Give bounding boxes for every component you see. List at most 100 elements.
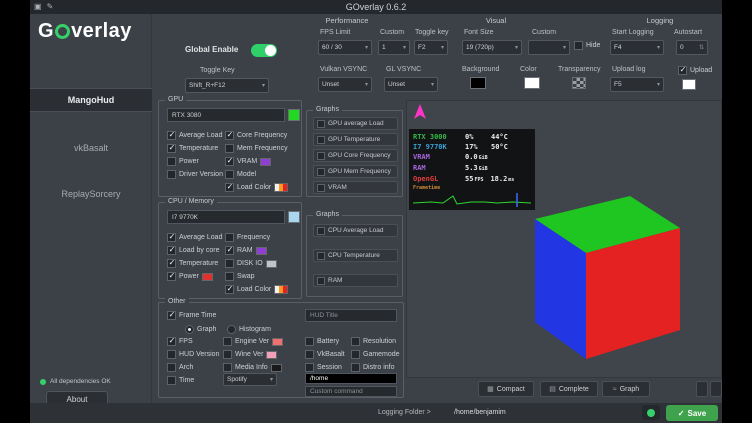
- checkbox-box: [305, 350, 314, 359]
- checkbox-cpu-disk-io[interactable]: DISK IO: [225, 259, 277, 268]
- media-info-color-swatch[interactable]: [271, 364, 282, 372]
- checkbox-gpu-average-load[interactable]: Average Load: [167, 131, 222, 140]
- checkbox-resolution[interactable]: Resolution: [351, 337, 396, 346]
- autostart-stepper[interactable]: 0: [676, 40, 708, 55]
- transparency-icon[interactable]: [572, 77, 586, 89]
- vram-color-swatch[interactable]: [260, 158, 271, 166]
- hud-cpu-load: 17%: [465, 142, 491, 152]
- checkbox-box: [167, 350, 176, 359]
- cpu-name-input[interactable]: I7 9770K: [167, 210, 285, 224]
- complete-button[interactable]: ▤Complete: [540, 381, 598, 397]
- checkbox-label: Frame Time: [179, 312, 216, 319]
- checkbox-cpu-frequency[interactable]: Frequency: [225, 233, 270, 242]
- global-enable-toggle[interactable]: [251, 44, 277, 57]
- vulkan-vsync-select[interactable]: Unset: [318, 77, 372, 92]
- checkbox-gpu-power[interactable]: Power: [167, 157, 199, 166]
- engine-ver-color-swatch[interactable]: [272, 338, 283, 346]
- checkbox-engine-ver[interactable]: Engine Ver: [223, 337, 283, 346]
- window-title: GOverlay 0.6.2: [30, 2, 722, 12]
- checkbox-label: RAM: [328, 277, 342, 284]
- checkbox-gpu-driver-version[interactable]: Driver Version: [167, 170, 223, 179]
- checkbox-time[interactable]: Time: [167, 376, 194, 385]
- start-logging-select[interactable]: F4: [610, 40, 664, 55]
- checkbox-hud-version[interactable]: HUD Version: [167, 350, 219, 359]
- text-color-swatch[interactable]: [524, 77, 540, 89]
- fps-custom-select[interactable]: 1: [378, 40, 410, 55]
- checkbox-graph-gpu-mem-frequency[interactable]: GPU Mem Frequency: [313, 165, 398, 178]
- checkbox-cpu-power[interactable]: Power: [167, 272, 213, 281]
- upload-color-swatch[interactable]: [682, 79, 696, 90]
- gl-vsync-select[interactable]: Unset: [384, 77, 438, 92]
- checkbox-graph-ram[interactable]: RAM: [313, 274, 398, 287]
- checkbox-label: Core Frequency: [237, 132, 287, 139]
- checkbox-gpu-mem-frequency[interactable]: Mem Frequency: [225, 144, 288, 153]
- checkbox-cpu-swap[interactable]: Swap: [225, 272, 255, 281]
- wine-ver-color-swatch[interactable]: [266, 351, 277, 359]
- checkbox-graph-cpu-temperature[interactable]: CPU Temperature: [313, 249, 398, 262]
- checkbox-wine-ver[interactable]: Wine Ver: [223, 350, 277, 359]
- checkbox-fps[interactable]: FPS: [167, 337, 193, 346]
- hide-checkbox[interactable]: Hide: [574, 41, 600, 50]
- checkbox-gpu-temperature[interactable]: Temperature: [167, 144, 218, 153]
- gpu-name-input[interactable]: RTX 3080: [167, 108, 285, 122]
- cpu-power-color-swatch[interactable]: [202, 273, 213, 281]
- upload-checkbox[interactable]: Upload: [678, 66, 712, 75]
- ram-color-swatch[interactable]: [256, 247, 267, 255]
- hud-title-input[interactable]: HUD Title: [305, 309, 397, 322]
- performance-section-title: Performance: [290, 16, 404, 25]
- preview-tool-button-2[interactable]: [710, 381, 722, 397]
- checkbox-cpu-average-load[interactable]: Average Load: [167, 233, 222, 242]
- font-size-select[interactable]: 19 (720p): [462, 40, 522, 55]
- checkbox-session[interactable]: Session: [305, 363, 342, 372]
- checkbox-box: [317, 136, 325, 144]
- logging-folder-link[interactable]: Logging Folder >: [378, 409, 431, 416]
- checkbox-cpu-load-color[interactable]: Load Color: [225, 285, 288, 294]
- checkbox-graph-cpu-average-load[interactable]: CPU Average Load: [313, 224, 398, 237]
- cursor-arrow-icon: [411, 103, 429, 121]
- home-path-field[interactable]: /home: [305, 373, 397, 384]
- font-custom-select[interactable]: [528, 40, 570, 55]
- checkbox-gpu-load-color[interactable]: Load Color: [225, 183, 288, 192]
- checkbox-graph-vram[interactable]: VRAM: [313, 181, 398, 194]
- checkbox-gpu-core-frequency[interactable]: Core Frequency: [225, 131, 287, 140]
- status-icon-button[interactable]: [642, 405, 660, 420]
- sidebar-item-vkbasalt[interactable]: vkBasalt: [30, 136, 152, 160]
- checkbox-frame-time[interactable]: Frame Time: [167, 311, 216, 320]
- checkbox-cpu-ram[interactable]: RAM: [225, 246, 267, 255]
- checkbox-gamemode[interactable]: Gamemode: [351, 350, 400, 359]
- radio-graph[interactable]: Graph: [185, 325, 216, 334]
- checkbox-graph-gpu-average-load[interactable]: GPU average Load: [313, 117, 398, 130]
- upload-log-select[interactable]: F5: [610, 77, 664, 92]
- checkbox-arch[interactable]: Arch: [167, 363, 193, 372]
- checkbox-distro-info[interactable]: Distro info: [351, 363, 395, 372]
- compact-button[interactable]: ▦Compact: [478, 381, 534, 397]
- fps-limit-select[interactable]: 60 / 30: [318, 40, 372, 55]
- checkbox-gpu-model[interactable]: Model: [225, 170, 256, 179]
- cpu-load-color-swatch[interactable]: [274, 285, 288, 294]
- fps-toggle-key-select[interactable]: F2: [414, 40, 448, 55]
- checkbox-cpu-temperature[interactable]: Temperature: [167, 259, 218, 268]
- toggle-key-select[interactable]: Shift_R+F12: [185, 78, 269, 93]
- disk-io-color-swatch[interactable]: [266, 260, 277, 268]
- sidebar-item-replaysorcery[interactable]: ReplaySorcery: [30, 182, 152, 206]
- background-color-swatch[interactable]: [470, 77, 486, 89]
- graph-button[interactable]: ≈Graph: [602, 381, 650, 397]
- radio-label: Histogram: [239, 326, 271, 333]
- preview-tool-button-1[interactable]: [696, 381, 708, 397]
- gpu-load-color-swatch[interactable]: [274, 183, 288, 192]
- checkbox-media-info[interactable]: Media Info: [223, 363, 282, 372]
- radio-histogram[interactable]: Histogram: [227, 325, 271, 334]
- checkbox-graph-gpu-core-frequency[interactable]: GPU Core Frequency: [313, 149, 398, 162]
- custom-command-input[interactable]: Custom command: [305, 386, 397, 397]
- gpu-color-swatch[interactable]: [288, 109, 300, 121]
- cpu-color-swatch[interactable]: [288, 211, 300, 223]
- spotify-select[interactable]: Spotify: [223, 373, 277, 386]
- save-button[interactable]: ✓Save: [666, 405, 718, 421]
- checkbox-graph-gpu-temperature[interactable]: GPU Temperature: [313, 133, 398, 146]
- checkbox-vkbasalt[interactable]: VkBasalt: [305, 350, 345, 359]
- checkbox-cpu-load-by-core[interactable]: Load by core: [167, 246, 219, 255]
- sidebar-item-mangohud[interactable]: MangoHud: [30, 88, 152, 112]
- checkbox-label: Average Load: [179, 234, 222, 241]
- checkbox-battery[interactable]: Battery: [305, 337, 339, 346]
- checkbox-gpu-vram[interactable]: VRAM: [225, 157, 271, 166]
